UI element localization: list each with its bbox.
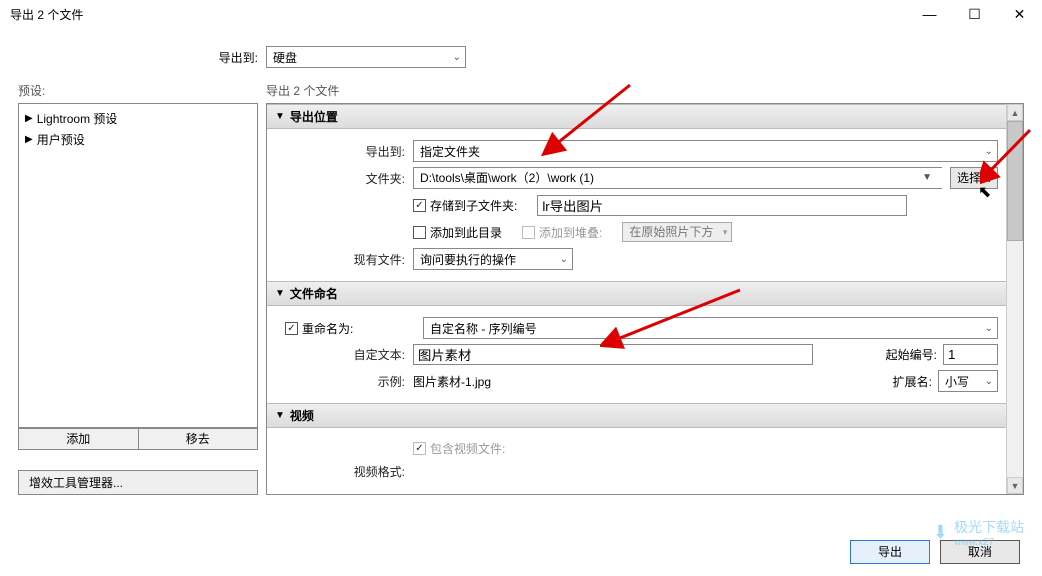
extension-value: 小写 bbox=[945, 373, 969, 390]
presets-header: 预设: bbox=[18, 82, 258, 99]
add-stack-checkbox: 添加到堆叠: bbox=[522, 224, 602, 241]
triangle-down-icon: ▼ bbox=[275, 288, 285, 299]
dest-label: 导出到: bbox=[275, 143, 405, 160]
start-number-label: 起始编号: bbox=[886, 346, 937, 363]
plugin-manager-button[interactable]: 增效工具管理器... bbox=[18, 470, 258, 495]
presets-list[interactable]: ▶ Lightroom 预设 ▶ 用户预设 bbox=[18, 103, 258, 428]
close-button[interactable]: ✕ bbox=[997, 0, 1042, 28]
choose-folder-button[interactable]: 选择... bbox=[950, 167, 998, 189]
preset-lightroom[interactable]: ▶ Lightroom 预设 bbox=[23, 108, 253, 129]
include-video-label: 包含视频文件: bbox=[430, 440, 505, 457]
scroll-up-button[interactable]: ▲ bbox=[1007, 104, 1023, 121]
preset-user[interactable]: ▶ 用户预设 bbox=[23, 129, 253, 150]
existing-label: 现有文件: bbox=[275, 251, 405, 268]
video-format-label: 视频格式: bbox=[275, 463, 405, 480]
existing-file-select[interactable]: 询问要执行的操作 ⌄ bbox=[413, 248, 573, 270]
checkbox-icon bbox=[413, 442, 426, 455]
checkbox-icon bbox=[285, 322, 298, 335]
section-file-naming[interactable]: ▼ 文件命名 bbox=[267, 281, 1006, 306]
chevron-down-icon: ⌄ bbox=[985, 146, 993, 157]
folder-path-display[interactable]: D:\tools\桌面\work（2）\work (1) ▼ bbox=[413, 167, 942, 189]
rename-value: 自定名称 - 序列编号 bbox=[430, 320, 537, 337]
checkbox-icon bbox=[413, 199, 426, 212]
window-controls: — ☐ ✕ bbox=[907, 0, 1042, 28]
triangle-down-icon: ▼ bbox=[275, 111, 285, 122]
scroll-thumb[interactable] bbox=[1007, 121, 1023, 241]
add-preset-button[interactable]: 添加 bbox=[18, 428, 138, 450]
section-export-location[interactable]: ▼ 导出位置 bbox=[267, 104, 1006, 129]
extension-label: 扩展名: bbox=[893, 373, 932, 390]
window-title: 导出 2 个文件 bbox=[10, 6, 83, 23]
add-directory-label: 添加到此目录 bbox=[430, 224, 502, 241]
section-title: 视频 bbox=[290, 407, 314, 424]
extension-case-select[interactable]: 小写 ⌄ bbox=[938, 370, 998, 392]
watermark: ⬇ 极光下载站 www.x27 bbox=[933, 517, 1024, 548]
include-video-checkbox: 包含视频文件: bbox=[413, 440, 505, 457]
existing-value: 询问要执行的操作 bbox=[420, 251, 516, 268]
export-to-select[interactable]: 硬盘 ⌄ bbox=[266, 46, 466, 68]
checkbox-icon bbox=[413, 226, 426, 239]
add-stack-label: 添加到堆叠: bbox=[539, 224, 602, 241]
caret-down-icon: ▼ bbox=[922, 168, 932, 188]
watermark-text: 极光下载站 bbox=[954, 517, 1024, 537]
export-to-value: 硬盘 bbox=[273, 49, 297, 66]
download-icon: ⬇ bbox=[933, 522, 948, 543]
triangle-right-icon: ▶ bbox=[25, 134, 33, 145]
stack-position-select: 在原始照片下方 bbox=[622, 222, 732, 242]
triangle-down-icon: ▼ bbox=[275, 410, 285, 421]
export-to-label: 导出到: bbox=[18, 49, 258, 66]
chevron-down-icon: ⌄ bbox=[560, 254, 568, 265]
folder-path: D:\tools\桌面\work（2）\work (1) bbox=[420, 168, 594, 188]
triangle-right-icon: ▶ bbox=[25, 113, 33, 124]
rename-label: 重命名为: bbox=[302, 320, 353, 337]
section-title: 导出位置 bbox=[290, 108, 338, 125]
custom-text-input[interactable] bbox=[413, 344, 813, 365]
start-number-input[interactable] bbox=[943, 344, 998, 365]
remove-preset-button[interactable]: 移去 bbox=[138, 428, 259, 450]
custom-text-label: 自定文本: bbox=[275, 346, 405, 363]
chevron-down-icon: ⌄ bbox=[985, 376, 993, 387]
subfolder-input[interactable] bbox=[537, 195, 907, 216]
example-label: 示例: bbox=[275, 373, 405, 390]
destination-value: 指定文件夹 bbox=[420, 143, 480, 160]
preset-item-label: 用户预设 bbox=[37, 131, 85, 148]
folder-label: 文件夹: bbox=[275, 170, 405, 187]
minimize-button[interactable]: — bbox=[907, 0, 952, 28]
scroll-down-button[interactable]: ▼ bbox=[1007, 477, 1023, 494]
watermark-url: www.x27 bbox=[954, 537, 1024, 548]
example-value: 图片素材-1.jpg bbox=[413, 373, 491, 390]
rename-checkbox[interactable]: 重命名为: bbox=[285, 320, 415, 337]
export-button[interactable]: 导出 bbox=[850, 540, 930, 564]
save-subfolder-label: 存储到子文件夹: bbox=[430, 197, 517, 214]
destination-select[interactable]: 指定文件夹 ⌄ bbox=[413, 140, 998, 162]
section-video[interactable]: ▼ 视频 bbox=[267, 403, 1006, 428]
preset-item-label: Lightroom 预设 bbox=[37, 110, 118, 127]
scroll-track[interactable] bbox=[1007, 121, 1023, 477]
maximize-button[interactable]: ☐ bbox=[952, 0, 997, 28]
section-title: 文件命名 bbox=[290, 285, 338, 302]
save-subfolder-checkbox[interactable]: 存储到子文件夹: bbox=[413, 197, 517, 214]
chevron-down-icon: ⌄ bbox=[453, 52, 461, 63]
rename-template-select[interactable]: 自定名称 - 序列编号 ⌄ bbox=[423, 317, 998, 339]
export-count-header: 导出 2 个文件 bbox=[266, 82, 1024, 99]
add-directory-checkbox[interactable]: 添加到此目录 bbox=[413, 224, 502, 241]
vertical-scrollbar[interactable]: ▲ ▼ bbox=[1006, 104, 1023, 494]
checkbox-icon bbox=[522, 226, 535, 239]
chevron-down-icon: ⌄ bbox=[985, 323, 993, 334]
